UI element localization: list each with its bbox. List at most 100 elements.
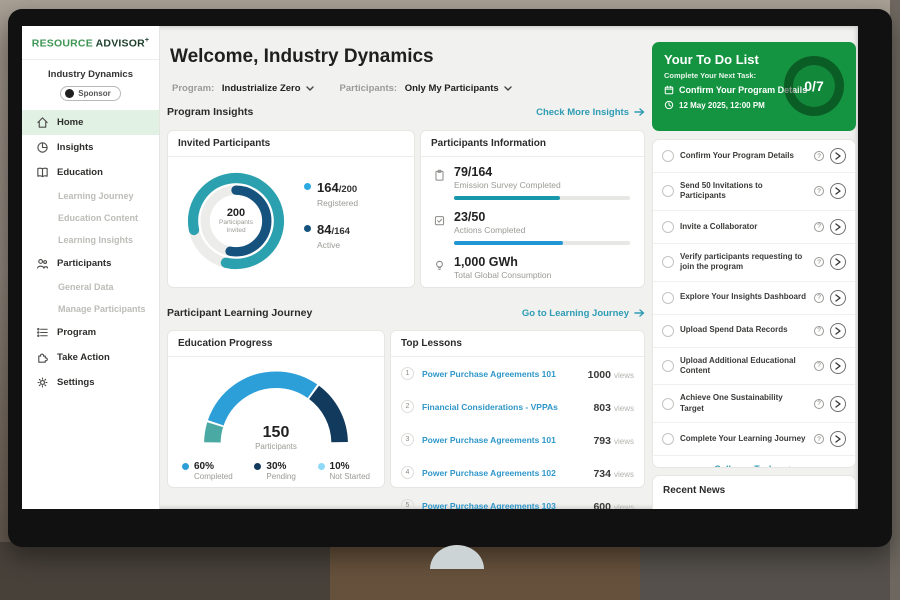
lesson-rank: 1 [401, 367, 414, 380]
calendar-icon [664, 85, 674, 95]
sidebar-item-education[interactable]: Education [22, 160, 159, 185]
task-label: Invite a Collaborator [680, 222, 808, 232]
program-filter[interactable]: Program: Industrialize Zero [172, 83, 314, 94]
task-checkbox[interactable] [662, 256, 674, 268]
chevron-right-icon [835, 223, 841, 231]
sidebar-item-insights[interactable]: Insights [22, 135, 159, 160]
clipboard-icon [433, 169, 446, 182]
task-checkbox[interactable] [662, 325, 674, 337]
task-go-button[interactable] [830, 323, 846, 339]
lesson-link[interactable]: Power Purchase Agreements 101 [422, 435, 585, 445]
task-checkbox[interactable] [662, 185, 674, 197]
lesson-rank: 3 [401, 433, 414, 446]
task-go-button[interactable] [830, 254, 846, 270]
task-go-button[interactable] [830, 358, 846, 374]
lesson-row: 3 Power Purchase Agreements 101 793views [391, 423, 644, 456]
sidebar: RESOURCE ADVISOR+ Industry Dynamics Spon… [22, 26, 160, 509]
help-icon[interactable]: ? [814, 222, 824, 232]
donut-center-value: 200 [227, 207, 245, 219]
active-value: 84 [317, 222, 331, 237]
lesson-rank: 5 [401, 499, 414, 509]
sidebar-item-take-action[interactable]: Take Action [22, 345, 159, 370]
invited-donut-chart: 200 Participants Invited [180, 165, 292, 277]
check-more-insights-link[interactable]: Check More Insights [536, 107, 645, 118]
logo-part-2: ADVISOR [96, 38, 145, 50]
sidebar-item-manage-participants[interactable]: Manage Participants [22, 298, 159, 320]
sponsor-badge[interactable]: Sponsor [60, 86, 120, 101]
invited-legend: 164/200 Registered 84/164 Active [304, 179, 358, 263]
help-icon[interactable]: ? [814, 257, 824, 267]
active-dot [304, 225, 311, 232]
lesson-link[interactable]: Power Purchase Agreements 102 [422, 468, 585, 478]
sidebar-item-participants[interactable]: Participants [22, 251, 159, 276]
logo-part-1: RESOURCE [32, 38, 93, 50]
top-lessons-card: Top Lessons 1 Power Purchase Agreements … [390, 330, 645, 488]
active-total: /164 [331, 226, 350, 237]
chevron-right-icon [835, 258, 841, 266]
donut-center: 200 Participants Invited [180, 165, 292, 277]
home-icon [36, 116, 49, 129]
chevron-down-icon [504, 86, 512, 91]
participants-filter-label: Participants: [340, 83, 398, 94]
participants-filter[interactable]: Participants: Only My Participants [340, 83, 512, 94]
sidebar-item-program[interactable]: Program [22, 320, 159, 345]
recent-news-title: Recent News [663, 485, 845, 496]
legend-pending: 30% Pending [254, 461, 295, 481]
recent-news-card: Recent News [652, 475, 856, 509]
gauge-center-label: Participants [196, 442, 356, 451]
task-label: Achieve One Sustainability Target [680, 393, 808, 414]
sidebar-item-label: Education [57, 167, 103, 178]
task-go-button[interactable] [830, 219, 846, 235]
checklist-icon [433, 214, 446, 227]
program-insights-title: Program Insights [167, 106, 253, 118]
desk-surface [330, 542, 640, 600]
learning-journey-title: Participant Learning Journey [167, 307, 312, 319]
invited-participants-title: Invited Participants [168, 131, 414, 157]
task-checkbox[interactable] [662, 150, 674, 162]
program-filter-label: Program: [172, 83, 214, 94]
lesson-views-suffix: views [614, 404, 634, 413]
help-icon[interactable]: ? [814, 151, 824, 161]
sidebar-item-label: Program [57, 327, 96, 338]
sidebar-item-learning-insights[interactable]: Learning Insights [22, 229, 159, 251]
education-progress-card: Education Progress 150 Participants 60% … [167, 330, 385, 488]
task-checkbox[interactable] [662, 221, 674, 233]
task-go-button[interactable] [830, 290, 846, 306]
task-checkbox[interactable] [662, 360, 674, 372]
lesson-link[interactable]: Financial Considerations - VPPAs [422, 402, 585, 412]
task-list-card: Confirm Your Program Details ? Send 50 I… [652, 139, 856, 468]
help-icon[interactable]: ? [814, 434, 824, 444]
help-icon[interactable]: ? [814, 361, 824, 371]
task-checkbox[interactable] [662, 398, 674, 410]
task-go-button[interactable] [830, 431, 846, 447]
task-go-button[interactable] [830, 183, 846, 199]
lightbulb-icon [433, 259, 446, 272]
chevron-down-icon [306, 86, 314, 91]
task-row: Confirm Your Program Details ? [653, 140, 855, 173]
participants-information-title: Participants Information [421, 131, 644, 157]
lesson-row: 4 Power Purchase Agreements 102 734views [391, 456, 644, 489]
participants-filter-value: Only My Participants [405, 83, 499, 94]
education-icon [36, 166, 49, 179]
sidebar-item-general-data[interactable]: General Data [22, 276, 159, 298]
dashboard-screen: RESOURCE ADVISOR+ Industry Dynamics Spon… [22, 26, 858, 509]
help-icon[interactable]: ? [814, 399, 824, 409]
help-icon[interactable]: ? [814, 186, 824, 196]
lesson-link[interactable]: Power Purchase Agreements 101 [422, 369, 580, 379]
task-go-button[interactable] [830, 396, 846, 412]
sidebar-item-home[interactable]: Home [22, 110, 159, 135]
collapse-tasks-link[interactable]: Collapse Tasks [653, 456, 855, 468]
help-icon[interactable]: ? [814, 293, 824, 303]
stat-emission-survey: 79/164 Emission Survey Completed [421, 157, 644, 202]
go-to-learning-journey-link[interactable]: Go to Learning Journey [522, 308, 645, 319]
sidebar-item-learning-journey[interactable]: Learning Journey [22, 185, 159, 207]
lesson-link[interactable]: Power Purchase Agreements 103 [422, 501, 585, 510]
sidebar-item-settings[interactable]: Settings [22, 370, 159, 395]
task-checkbox[interactable] [662, 433, 674, 445]
help-icon[interactable]: ? [814, 326, 824, 336]
task-go-button[interactable] [830, 148, 846, 164]
not-started-dot [318, 463, 325, 470]
sidebar-item-education-content[interactable]: Education Content [22, 207, 159, 229]
chevron-right-icon [835, 400, 841, 408]
task-checkbox[interactable] [662, 292, 674, 304]
